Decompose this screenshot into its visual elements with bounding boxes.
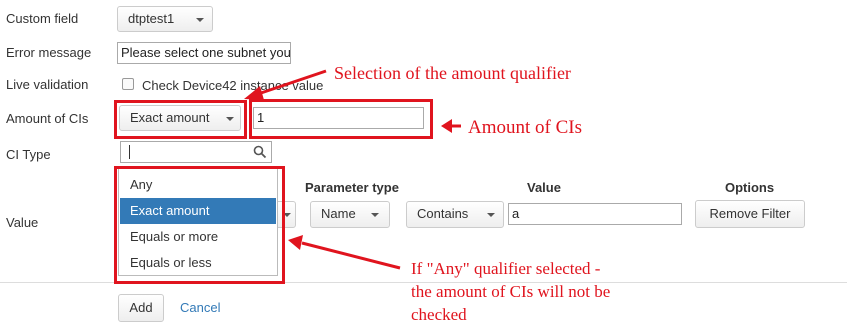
annotation-qualifier: Selection of the amount qualifier (334, 63, 571, 83)
annotation-any-line1: If "Any" qualifier selected - (411, 259, 601, 278)
annotation-arrows (244, 69, 461, 270)
annotation-amount: Amount of CIs (468, 117, 582, 138)
annotation-any-line2: the amount of CIs will not be (411, 282, 611, 301)
annotation-any-line3: checked (411, 305, 467, 324)
